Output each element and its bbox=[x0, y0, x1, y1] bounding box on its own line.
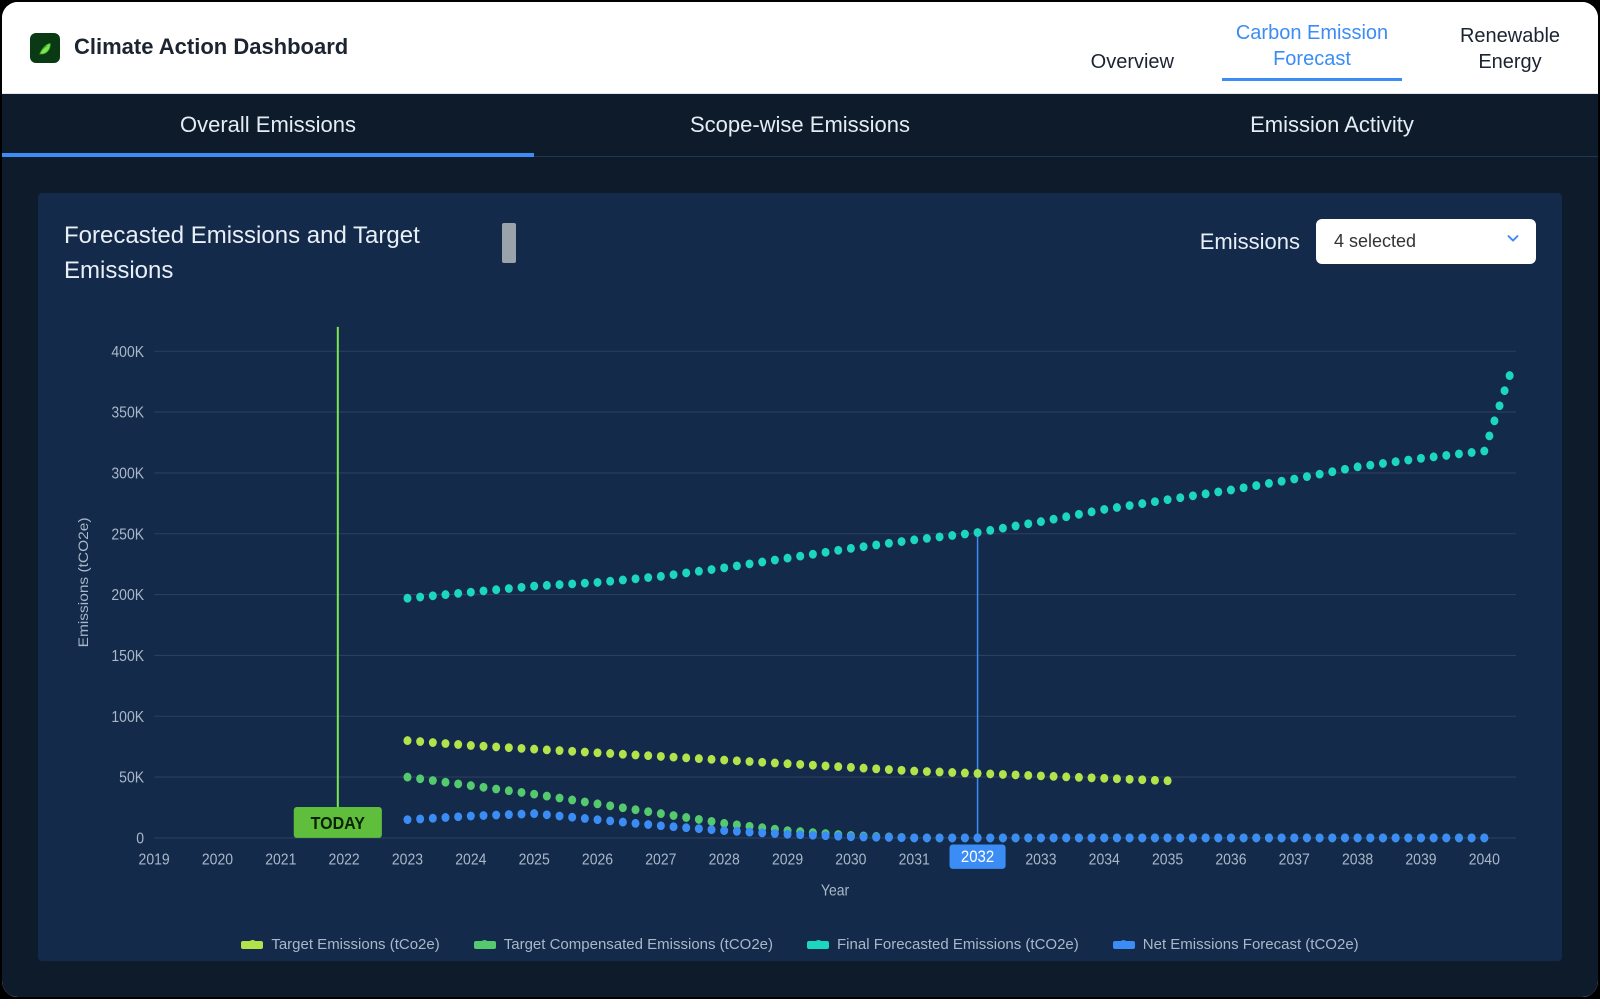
svg-text:2029: 2029 bbox=[772, 851, 803, 868]
svg-text:400K: 400K bbox=[111, 344, 144, 361]
drag-handle-icon[interactable] bbox=[502, 223, 516, 263]
header: Climate Action Dashboard Overview Carbon… bbox=[2, 2, 1598, 94]
svg-text:2032: 2032 bbox=[961, 848, 994, 866]
legend-item[interactable]: Target Emissions (tCo2e) bbox=[241, 936, 439, 953]
svg-text:2021: 2021 bbox=[265, 851, 296, 868]
svg-text:2026: 2026 bbox=[582, 851, 613, 868]
svg-text:2023: 2023 bbox=[392, 851, 423, 868]
svg-text:2031: 2031 bbox=[899, 851, 930, 868]
legend-swatch bbox=[474, 941, 496, 949]
legend-label: Target Compensated Emissions (tCO2e) bbox=[504, 936, 773, 953]
top-tabs: Overview Carbon Emission Forecast Renewa… bbox=[1091, 14, 1570, 81]
svg-text:2024: 2024 bbox=[455, 851, 486, 868]
legend-item[interactable]: Net Emissions Forecast (tCO2e) bbox=[1113, 936, 1359, 953]
svg-text:350K: 350K bbox=[111, 405, 144, 422]
svg-text:2030: 2030 bbox=[835, 851, 866, 868]
emissions-line-chart: 0 50K 100K 150K 200K 250K 300K 350K 400K 2019 2020… bbox=[64, 307, 1536, 926]
svg-text:0: 0 bbox=[136, 830, 144, 847]
legend-label: Final Forecasted Emissions (tCO2e) bbox=[837, 936, 1079, 953]
svg-text:2035: 2035 bbox=[1152, 851, 1183, 868]
svg-text:2037: 2037 bbox=[1279, 851, 1310, 868]
legend-label: Net Emissions Forecast (tCO2e) bbox=[1143, 936, 1359, 953]
svg-text:100K: 100K bbox=[111, 709, 144, 726]
chart-legend: Target Emissions (tCo2e) Target Compensat… bbox=[64, 926, 1536, 955]
subtab-overall[interactable]: Overall Emissions bbox=[2, 94, 534, 156]
app-title: Climate Action Dashboard bbox=[74, 34, 348, 60]
svg-text:250K: 250K bbox=[111, 526, 144, 543]
sub-tabs: Overall Emissions Scope-wise Emissions E… bbox=[2, 94, 1598, 157]
svg-text:TODAY: TODAY bbox=[311, 813, 365, 833]
leaf-icon bbox=[36, 39, 54, 57]
chart-panel: Forecasted Emissions and Target Emission… bbox=[38, 193, 1562, 961]
svg-text:2022: 2022 bbox=[329, 851, 360, 868]
svg-text:2036: 2036 bbox=[1215, 851, 1246, 868]
legend-swatch bbox=[807, 941, 829, 949]
legend-item[interactable]: Target Compensated Emissions (tCO2e) bbox=[474, 936, 773, 953]
svg-text:200K: 200K bbox=[111, 587, 144, 604]
app-logo bbox=[30, 33, 60, 63]
svg-text:2028: 2028 bbox=[709, 851, 740, 868]
svg-text:2034: 2034 bbox=[1089, 851, 1120, 868]
svg-text:50K: 50K bbox=[119, 770, 144, 787]
chevron-down-icon bbox=[1504, 229, 1522, 252]
svg-text:2025: 2025 bbox=[519, 851, 550, 868]
legend-swatch bbox=[241, 941, 263, 949]
svg-text:150K: 150K bbox=[111, 648, 144, 665]
svg-text:2038: 2038 bbox=[1342, 851, 1373, 868]
svg-text:2040: 2040 bbox=[1469, 851, 1500, 868]
legend-label: Target Emissions (tCo2e) bbox=[271, 936, 439, 953]
top-tab-forecast[interactable]: Carbon Emission Forecast bbox=[1222, 14, 1402, 81]
emissions-select[interactable]: 4 selected bbox=[1316, 219, 1536, 264]
svg-text:2027: 2027 bbox=[645, 851, 676, 868]
svg-text:2020: 2020 bbox=[202, 851, 233, 868]
svg-text:Emissions (tCO2e): Emissions (tCO2e) bbox=[77, 517, 92, 647]
subtab-activity[interactable]: Emission Activity bbox=[1066, 94, 1598, 156]
top-tab-overview[interactable]: Overview bbox=[1091, 43, 1174, 81]
svg-text:2039: 2039 bbox=[1405, 851, 1436, 868]
svg-text:2033: 2033 bbox=[1025, 851, 1056, 868]
top-tab-renewable[interactable]: Renewable Energy bbox=[1450, 17, 1570, 81]
legend-swatch bbox=[1113, 941, 1135, 949]
svg-text:2019: 2019 bbox=[139, 851, 170, 868]
subtab-scope[interactable]: Scope-wise Emissions bbox=[534, 94, 1066, 156]
select-value: 4 selected bbox=[1334, 231, 1416, 251]
chart-title: Forecasted Emissions and Target Emission… bbox=[64, 219, 484, 289]
svg-text:Year: Year bbox=[821, 882, 849, 899]
legend-item[interactable]: Final Forecasted Emissions (tCO2e) bbox=[807, 936, 1079, 953]
svg-text:300K: 300K bbox=[111, 465, 144, 482]
selector-label: Emissions bbox=[1200, 229, 1300, 255]
